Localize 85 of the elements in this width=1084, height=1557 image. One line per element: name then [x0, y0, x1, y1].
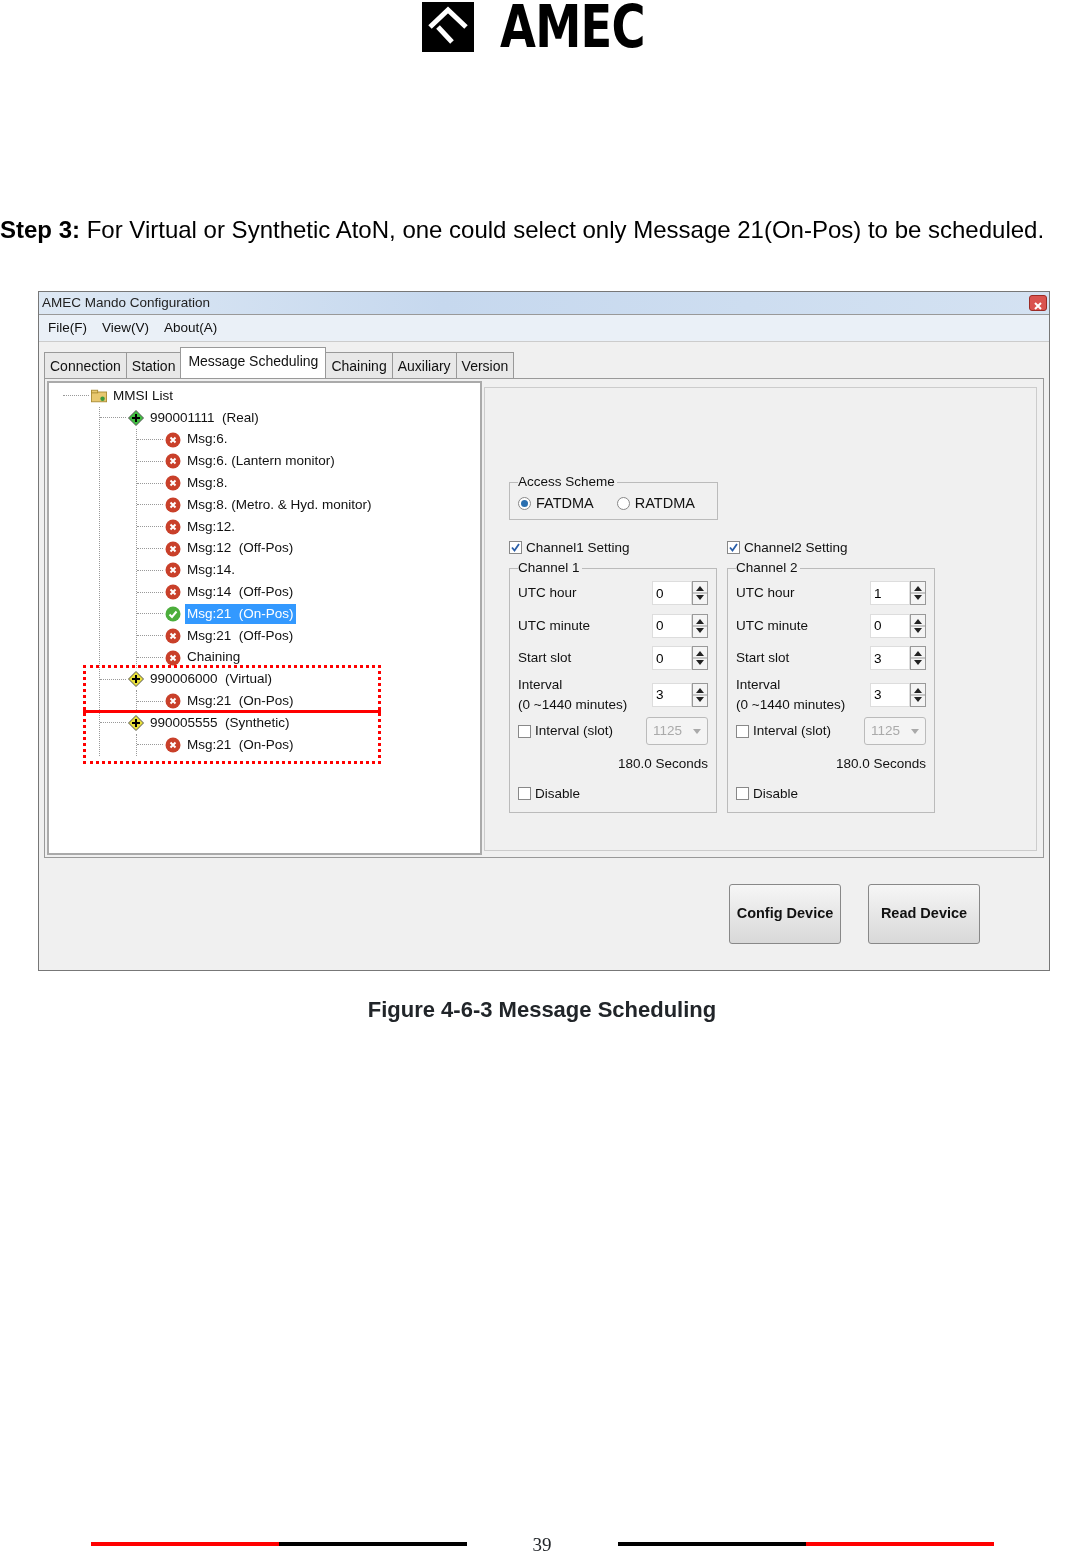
menu-item[interactable]: View(V) — [102, 317, 149, 339]
checkbox-label: Channel1 Setting — [526, 538, 630, 557]
diamond-plus-icon — [128, 714, 144, 731]
seconds-readout: 180.0 Seconds — [616, 754, 708, 773]
field-label: UTC hour — [736, 584, 795, 603]
field-label: Interval — [518, 675, 564, 694]
tree-item[interactable]: MMSI List — [111, 385, 175, 407]
spin-buttons[interactable] — [910, 613, 926, 638]
checkbox[interactable] — [518, 787, 531, 801]
radio-button[interactable] — [616, 497, 630, 511]
tree-item[interactable]: Msg:14 (Off-Pos) — [185, 582, 296, 603]
tab[interactable]: Station — [125, 352, 182, 379]
checkbox[interactable] — [727, 541, 740, 555]
menu-item[interactable]: About(A) — [164, 317, 218, 339]
number-field[interactable]: 0 — [652, 646, 692, 671]
folder-icon — [91, 387, 107, 404]
spin-buttons[interactable] — [910, 682, 926, 707]
radio-label: RATDMA — [634, 494, 695, 514]
number-field[interactable]: 3 — [870, 646, 910, 671]
action-button[interactable]: Read Device — [868, 883, 980, 944]
tab[interactable]: Chaining — [325, 352, 393, 379]
tree-item[interactable]: Msg:12. — [185, 516, 238, 537]
tree-item[interactable]: Chaining — [185, 647, 243, 668]
tree-item[interactable]: Msg:14. — [185, 560, 238, 581]
field-label: UTC minute — [518, 616, 590, 635]
tree-item[interactable]: Msg:21 (On-Pos) — [185, 690, 296, 712]
figure-caption: Figure 4-6-3 Message Scheduling — [366, 995, 718, 1024]
tree-item[interactable]: Msg:6. — [185, 429, 230, 450]
tree-item[interactable]: Msg:8. — [185, 473, 230, 494]
spin-buttons[interactable] — [692, 581, 708, 606]
checkbox-label: Interval (slot) — [753, 722, 832, 741]
close-icon — [1033, 301, 1043, 312]
number-field[interactable]: 0 — [652, 613, 692, 638]
spin-buttons[interactable] — [910, 646, 926, 671]
field-label: UTC hour — [518, 584, 577, 603]
number-field[interactable]: 3 — [652, 682, 692, 707]
page-number: 39 — [532, 1534, 552, 1554]
close-button[interactable] — [1029, 294, 1047, 311]
field-label: UTC minute — [736, 616, 808, 635]
seconds-readout: 180.0 Seconds — [834, 754, 926, 773]
spin-buttons[interactable] — [692, 613, 708, 638]
field-hint: (0 ~1440 minutes) — [736, 695, 846, 714]
logo-text: AMEC — [499, 2, 645, 52]
tree-item[interactable]: Msg:6. (Lantern monitor) — [185, 451, 337, 472]
caret-icon — [911, 728, 919, 734]
checkbox-label: Channel2 Setting — [744, 538, 848, 557]
tree-item[interactable]: 990001111 (Real) — [148, 407, 261, 428]
checkbox[interactable] — [736, 787, 749, 801]
caret-icon — [693, 728, 701, 734]
checkbox[interactable] — [509, 541, 522, 555]
tree-item[interactable]: 990006000 (Virtual) — [148, 669, 275, 690]
tree-item[interactable]: Msg:12 (Off-Pos) — [185, 538, 296, 559]
diamond-plus-icon — [128, 409, 144, 426]
number-field[interactable]: 3 — [870, 682, 910, 707]
check-mark-icon — [511, 543, 520, 553]
spin-buttons[interactable] — [692, 682, 708, 707]
tree-item[interactable]: Msg:21 (On-Pos) — [185, 734, 296, 755]
number-field[interactable]: 0 — [652, 581, 692, 606]
field-hint: (0 ~1440 minutes) — [518, 695, 628, 714]
tab[interactable]: Version — [455, 352, 515, 379]
tab[interactable]: Connection — [44, 352, 127, 379]
checkbox-label: Disable — [535, 784, 581, 803]
tree-item[interactable]: Msg:21 (Off-Pos) — [185, 625, 296, 646]
menu-item[interactable]: File(F) — [48, 317, 87, 339]
field-label: Start slot — [518, 649, 572, 668]
action-button[interactable]: Config Device — [729, 883, 841, 944]
check-mark-icon — [729, 543, 738, 553]
spin-buttons[interactable] — [692, 646, 708, 671]
field-label: Interval — [736, 675, 782, 694]
tree-item[interactable]: Msg:8. (Metro. & Hyd. monitor) — [185, 494, 374, 516]
field-label: Start slot — [736, 649, 790, 668]
tree-item[interactable]: 990005555 (Synthetic) — [148, 712, 292, 733]
spin-buttons[interactable] — [910, 581, 926, 606]
step-instruction: Step 3: For Virtual or Synthetic AtoN, one could select only Message 21(On-Pos) to be scheduled. — [0, 216, 1046, 245]
radio-label: FATDMA — [536, 494, 594, 514]
tab[interactable]: Auxiliary — [391, 352, 457, 379]
window-title: AMEC Mando Configuration — [42, 293, 211, 312]
checkbox-label: Disable — [753, 784, 799, 803]
number-field[interactable]: 0 — [870, 613, 910, 638]
checkbox-label: Interval (slot) — [535, 722, 614, 741]
tab[interactable]: Message Scheduling — [180, 347, 327, 379]
number-field[interactable]: 1 — [870, 581, 910, 606]
diamond-plus-icon — [128, 671, 144, 688]
logo-mark-icon — [421, 2, 474, 52]
radio-button[interactable] — [518, 497, 531, 511]
